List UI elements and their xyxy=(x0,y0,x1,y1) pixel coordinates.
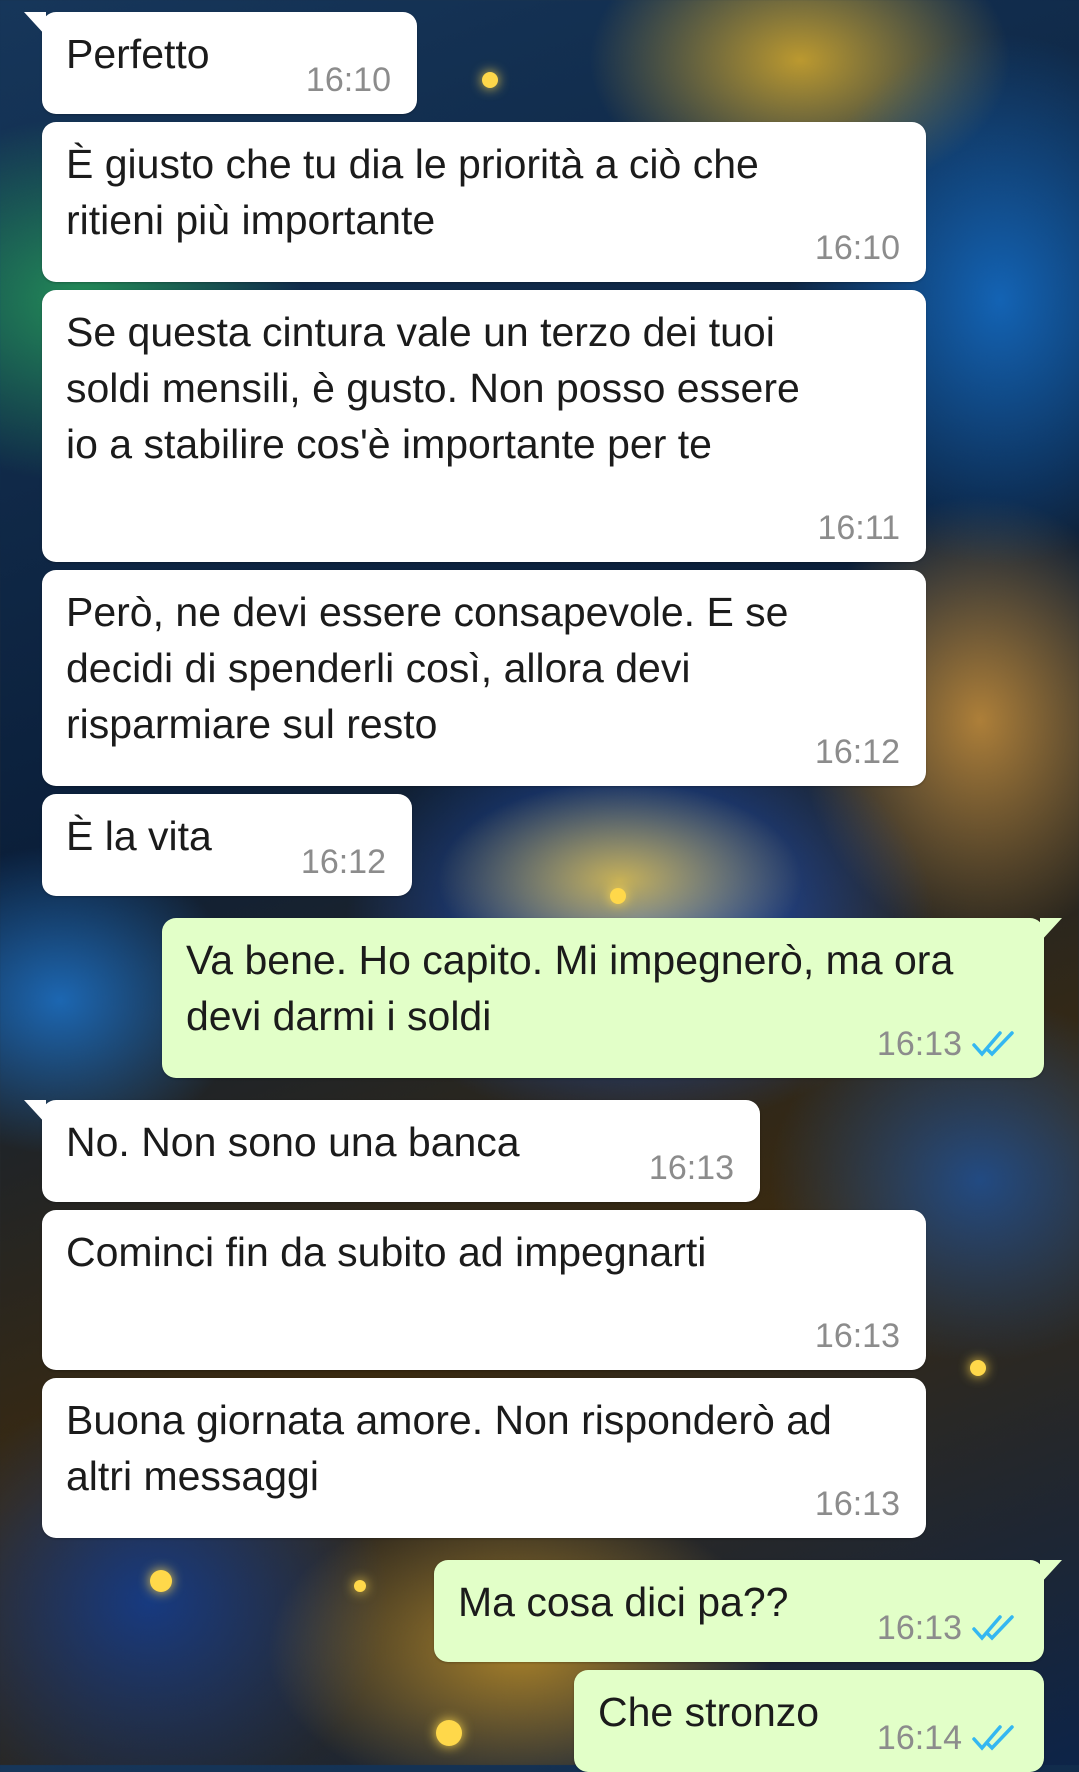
message-meta: 16:13 xyxy=(877,1608,1018,1648)
message-incoming[interactable]: Perfetto 16:10 xyxy=(24,12,417,114)
message-text: È giusto che tu dia le priorità a ciò ch… xyxy=(66,141,759,243)
message-outgoing[interactable]: Ma cosa dici pa?? 16:13 xyxy=(434,1560,1062,1662)
message-time: 16:12 xyxy=(814,733,900,771)
message-text: No. Non sono una banca xyxy=(66,1119,520,1165)
message-meta: 16:12 xyxy=(301,842,386,882)
message-time: 16:10 xyxy=(305,61,391,99)
message-time: 16:13 xyxy=(814,1317,900,1355)
double-check-read-icon xyxy=(972,1614,1018,1642)
message-meta: 16:13 xyxy=(877,1024,1018,1064)
message-text: Però, ne devi essere consapevole. E se d… xyxy=(66,589,789,747)
message-time: 16:13 xyxy=(876,1609,962,1647)
message-time: 16:13 xyxy=(876,1025,962,1063)
message-outgoing[interactable]: Che stronzo 16:14 xyxy=(574,1670,1044,1772)
message-incoming[interactable]: Buona giornata amore. Non risponderò ad … xyxy=(42,1378,926,1538)
message-meta: 16:10 xyxy=(306,60,391,100)
double-check-read-icon xyxy=(972,1030,1018,1058)
message-meta: 16:14 xyxy=(877,1718,1018,1758)
message-meta: 16:13 xyxy=(815,1316,900,1356)
message-time: 16:13 xyxy=(648,1149,734,1187)
message-time: 16:10 xyxy=(814,229,900,267)
message-meta: 16:10 xyxy=(815,228,900,268)
message-incoming[interactable]: Cominci fin da subito ad impegnarti 16:1… xyxy=(42,1210,926,1370)
message-time: 16:14 xyxy=(876,1719,962,1757)
message-text: Cominci fin da subito ad impegnarti xyxy=(66,1229,707,1275)
message-meta: 16:13 xyxy=(815,1484,900,1524)
message-meta: 16:11 xyxy=(817,508,900,548)
message-time: 16:13 xyxy=(814,1485,900,1523)
message-meta: 16:13 xyxy=(649,1148,734,1188)
chat-area[interactable]: Perfetto 16:10 È giusto che tu dia le pr… xyxy=(0,0,1079,1772)
message-incoming[interactable]: È giusto che tu dia le priorità a ciò ch… xyxy=(42,122,926,282)
message-text: Se questa cintura vale un terzo dei tuoi… xyxy=(66,309,800,467)
message-text: Buona giornata amore. Non risponderò ad … xyxy=(66,1397,832,1499)
double-check-read-icon xyxy=(972,1724,1018,1752)
message-incoming[interactable]: Se questa cintura vale un terzo dei tuoi… xyxy=(42,290,926,562)
message-time: 16:11 xyxy=(817,509,900,547)
message-meta: 16:12 xyxy=(815,732,900,772)
message-time: 16:12 xyxy=(300,843,386,881)
message-outgoing[interactable]: Va bene. Ho capito. Mi impegnerò, ma ora… xyxy=(162,918,1062,1078)
message-incoming[interactable]: È la vita 16:12 xyxy=(42,794,412,896)
message-incoming[interactable]: No. Non sono una banca 16:13 xyxy=(24,1100,760,1202)
message-incoming[interactable]: Però, ne devi essere consapevole. E se d… xyxy=(42,570,926,786)
